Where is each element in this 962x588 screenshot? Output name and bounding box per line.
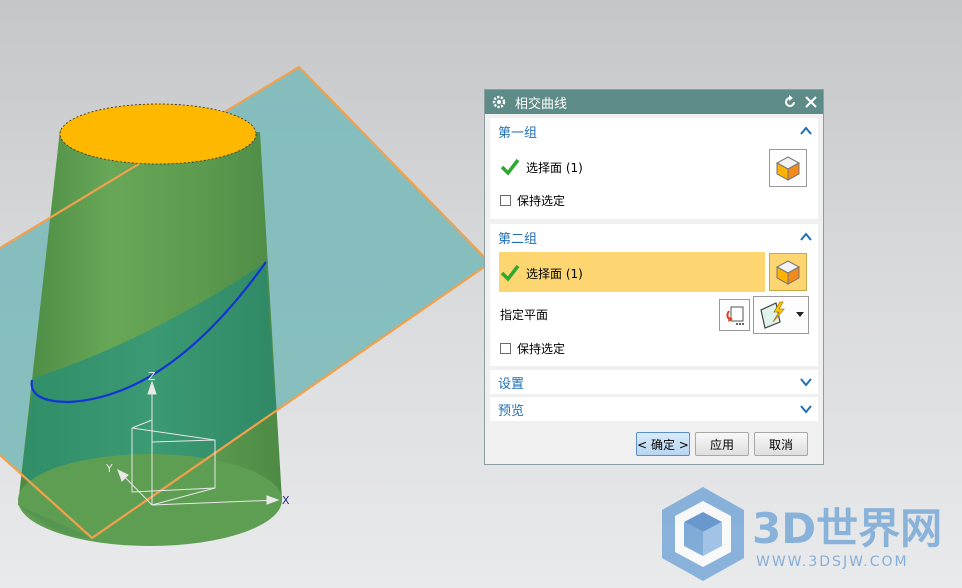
group1-header[interactable]: 第一组 [490,118,818,144]
preview-title: 预览 [498,403,525,419]
dialog-title-bar[interactable]: 相交曲线 [485,90,823,114]
plane-icon [760,301,785,329]
group2-face-selector-button[interactable] [769,253,807,291]
group-preview[interactable]: 预览 [490,397,818,421]
group1-keep-selected-row[interactable]: 保持选定 [500,192,565,208]
watermark-text: 3D世界网 [752,504,942,553]
specify-plane-label: 指定平面 [500,307,549,322]
group-first-set: 第一组 选择面 (1) 保持选定 [490,118,818,219]
group2-header[interactable]: 第二组 [490,224,818,250]
face-cube-icon [775,156,801,181]
settings-header[interactable]: 设置 [490,370,818,394]
dialog-title: 相交曲线 [515,96,568,112]
face-cube-icon [775,260,801,285]
reset-icon [785,95,795,107]
checkmark-icon [500,264,520,282]
group1-keep-selected-label: 保持选定 [517,193,566,208]
chevron-up-icon[interactable] [800,126,812,136]
reverse-plane-button[interactable] [719,299,750,331]
watermark-logo [662,487,744,581]
close-button[interactable] [802,93,820,111]
ok-button[interactable]: < 确定 > [636,432,690,456]
group1-keep-selected-checkbox[interactable] [500,194,511,206]
group2-keep-selected-label: 保持选定 [517,341,566,356]
chevron-down-icon[interactable] [800,377,812,387]
intersection-curve-dialog[interactable]: 相交曲线 第一组 选择面 (1) 保持选定 第二组 选择面 (1) 指定平面 保… [484,89,824,465]
group2-select-face-label: 选择面 (1) [526,266,583,281]
cancel-button[interactable]: 取消 [754,432,808,456]
group-second-set: 第二组 选择面 (1) 指定平面 保持选定 [490,224,818,366]
checkmark-icon [500,158,520,176]
group2-select-face-row[interactable]: 选择面 (1) [500,262,583,284]
group-settings[interactable]: 设置 [490,370,818,394]
gear-icon [492,95,506,109]
specify-plane-row: 指定平面 [500,304,548,324]
settings-title: 设置 [498,376,525,392]
chevron-down-icon[interactable] [800,404,812,414]
group1-select-face-label: 选择面 (1) [526,160,583,175]
axis-label-x: X [282,494,290,507]
watermark-url: WWW.3DSJW.COM [756,554,909,570]
reset-button[interactable] [781,93,799,111]
cone-top-face [59,103,257,165]
group2-keep-selected-row[interactable]: 保持选定 [500,340,565,356]
chevron-up-icon[interactable] [800,232,812,242]
preview-header[interactable]: 预览 [490,397,818,421]
apply-button[interactable]: 应用 [695,432,749,456]
group1-face-selector-button[interactable] [769,149,807,187]
group1-select-face-row[interactable]: 选择面 (1) [500,156,583,178]
close-icon [805,96,817,108]
dropdown-arrow-icon [796,312,804,317]
group2-keep-selected-checkbox[interactable] [500,342,511,354]
axis-label-y: Y [105,462,113,475]
group1-title: 第一组 [498,125,538,141]
plane-dialog-dropdown[interactable] [753,296,809,334]
reverse-direction-icon [725,306,744,325]
group2-title: 第二组 [498,231,538,247]
cone-base [18,454,282,546]
axis-label-z: Z [148,370,156,383]
